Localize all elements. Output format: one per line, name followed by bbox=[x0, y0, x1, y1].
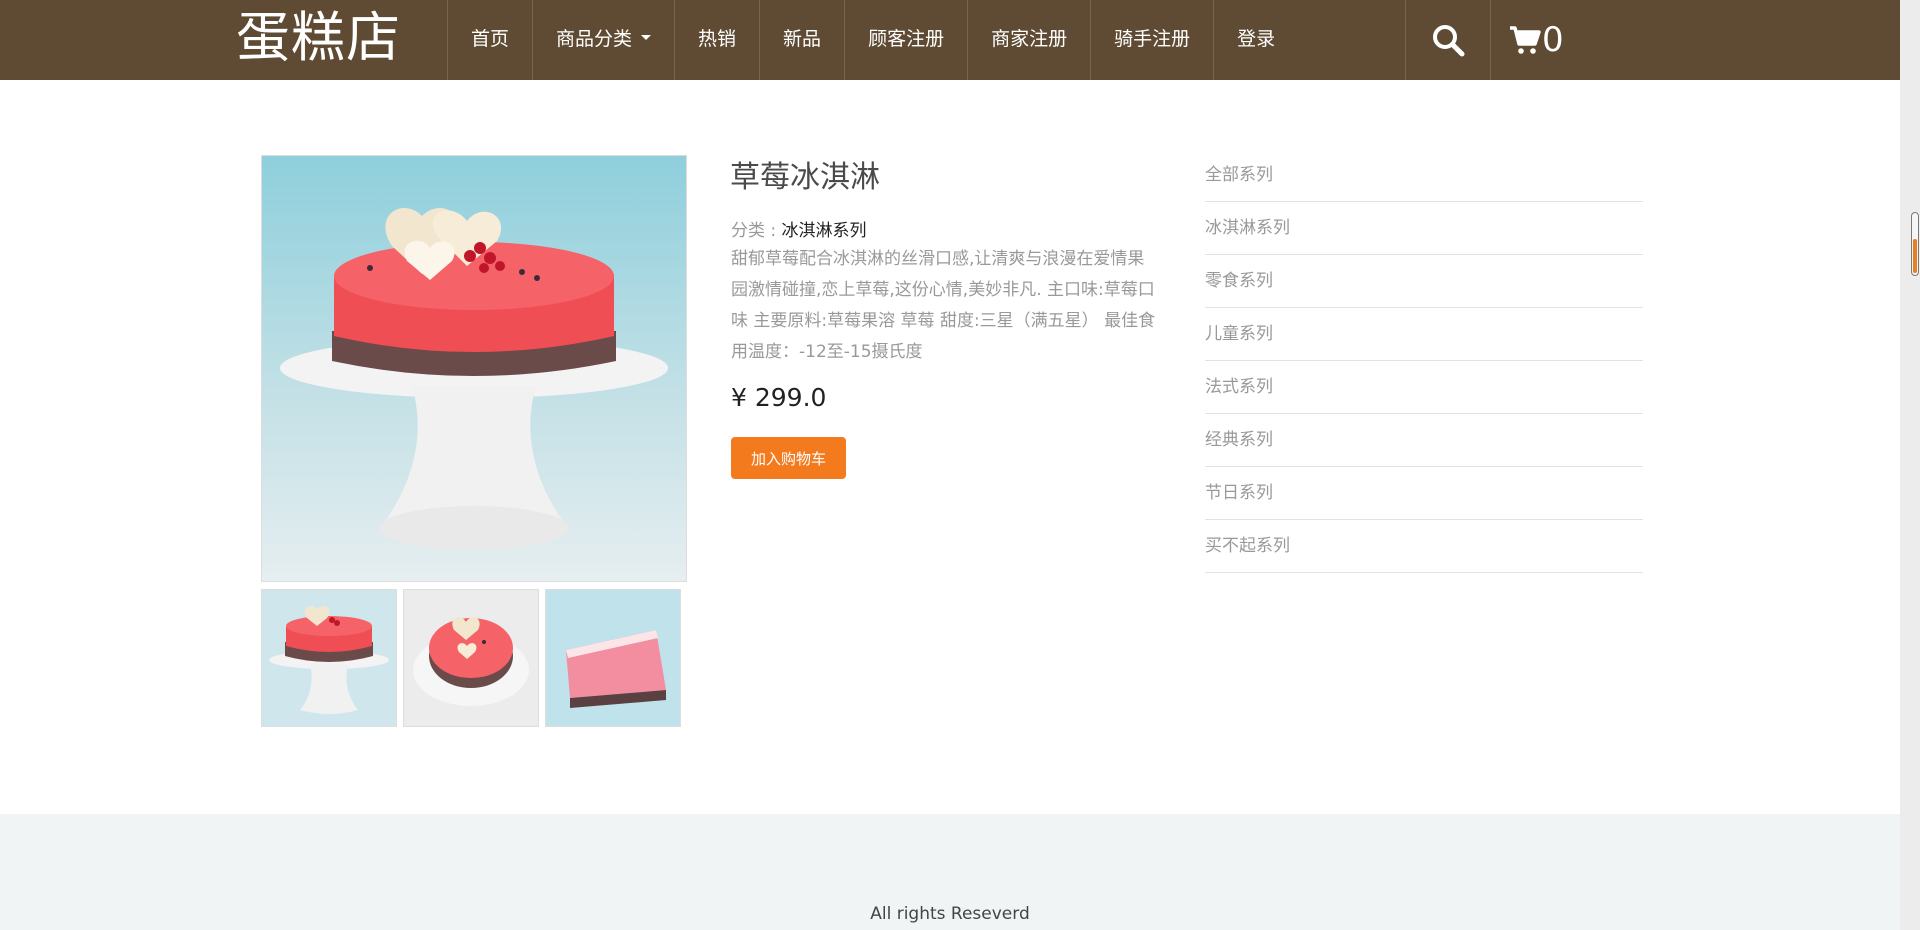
product-description: 甜郁草莓配合冰淇淋的丝滑口感,让清爽与浪漫在爱情果园激情碰撞,恋上草莓,这份心情… bbox=[731, 249, 1156, 362]
product-category: 分类 : 冰淇淋系列 bbox=[731, 216, 867, 241]
sidebar-item-ice-cream[interactable]: 冰淇淋系列 bbox=[1205, 202, 1643, 255]
scrollbar-thumb[interactable] bbox=[1911, 212, 1919, 276]
sidebar-item-unaffordable[interactable]: 买不起系列 bbox=[1205, 520, 1643, 573]
search-button[interactable] bbox=[1405, 0, 1490, 80]
nav-actions: 0 bbox=[1405, 0, 1580, 80]
thumbnail-3[interactable] bbox=[545, 589, 681, 727]
top-navbar: 蛋糕店 首页 商品分类 热销 新品 顾客注册 商家注册 骑手注册 登录 0 bbox=[0, 0, 1900, 80]
sidebar-item-all[interactable]: 全部系列 bbox=[1205, 149, 1643, 202]
product-main-image bbox=[261, 155, 687, 582]
nav-rider-register[interactable]: 骑手注册 bbox=[1090, 0, 1213, 80]
category-sidebar: 全部系列 冰淇淋系列 零食系列 儿童系列 法式系列 经典系列 节日系列 买不起系… bbox=[1205, 149, 1643, 573]
brand-logo[interactable]: 蛋糕店 bbox=[236, 0, 401, 80]
thumbnail-list bbox=[261, 589, 681, 727]
thumbnail-2[interactable] bbox=[403, 589, 539, 727]
cart-icon bbox=[1510, 26, 1541, 54]
nav-login[interactable]: 登录 bbox=[1213, 0, 1298, 80]
sidebar-item-snacks[interactable]: 零食系列 bbox=[1205, 255, 1643, 308]
nav-home[interactable]: 首页 bbox=[447, 0, 532, 80]
chevron-down-icon bbox=[641, 35, 652, 40]
nav-customer-register[interactable]: 顾客注册 bbox=[844, 0, 967, 80]
sidebar-item-classic[interactable]: 经典系列 bbox=[1205, 414, 1643, 467]
sidebar-item-kids[interactable]: 儿童系列 bbox=[1205, 308, 1643, 361]
main-nav: 首页 商品分类 热销 新品 顾客注册 商家注册 骑手注册 登录 bbox=[447, 0, 1298, 80]
nav-merchant-register[interactable]: 商家注册 bbox=[967, 0, 1090, 80]
thumbnail-1[interactable] bbox=[261, 589, 397, 727]
nav-categories-label: 商品分类 bbox=[556, 28, 633, 50]
page-scrollbar[interactable] bbox=[1900, 0, 1920, 930]
cart-count: 0 bbox=[1542, 20, 1564, 60]
nav-hot[interactable]: 热销 bbox=[674, 0, 759, 80]
sidebar-item-holiday[interactable]: 节日系列 bbox=[1205, 467, 1643, 520]
footer-copyright: All rights Reseverd bbox=[870, 904, 1030, 924]
product-title: 草莓冰淇淋 bbox=[730, 160, 880, 195]
nav-new[interactable]: 新品 bbox=[759, 0, 844, 80]
search-icon bbox=[1433, 25, 1465, 57]
category-label: 分类 : bbox=[731, 221, 782, 241]
add-to-cart-button[interactable]: 加入购物车 bbox=[731, 437, 846, 479]
cart-button[interactable]: 0 bbox=[1490, 0, 1580, 80]
nav-categories[interactable]: 商品分类 bbox=[532, 0, 674, 80]
category-link[interactable]: 冰淇淋系列 bbox=[782, 221, 867, 241]
sidebar-item-french[interactable]: 法式系列 bbox=[1205, 361, 1643, 414]
footer: All rights Reseverd bbox=[0, 814, 1900, 930]
product-price: ¥ 299.0 bbox=[731, 383, 827, 412]
